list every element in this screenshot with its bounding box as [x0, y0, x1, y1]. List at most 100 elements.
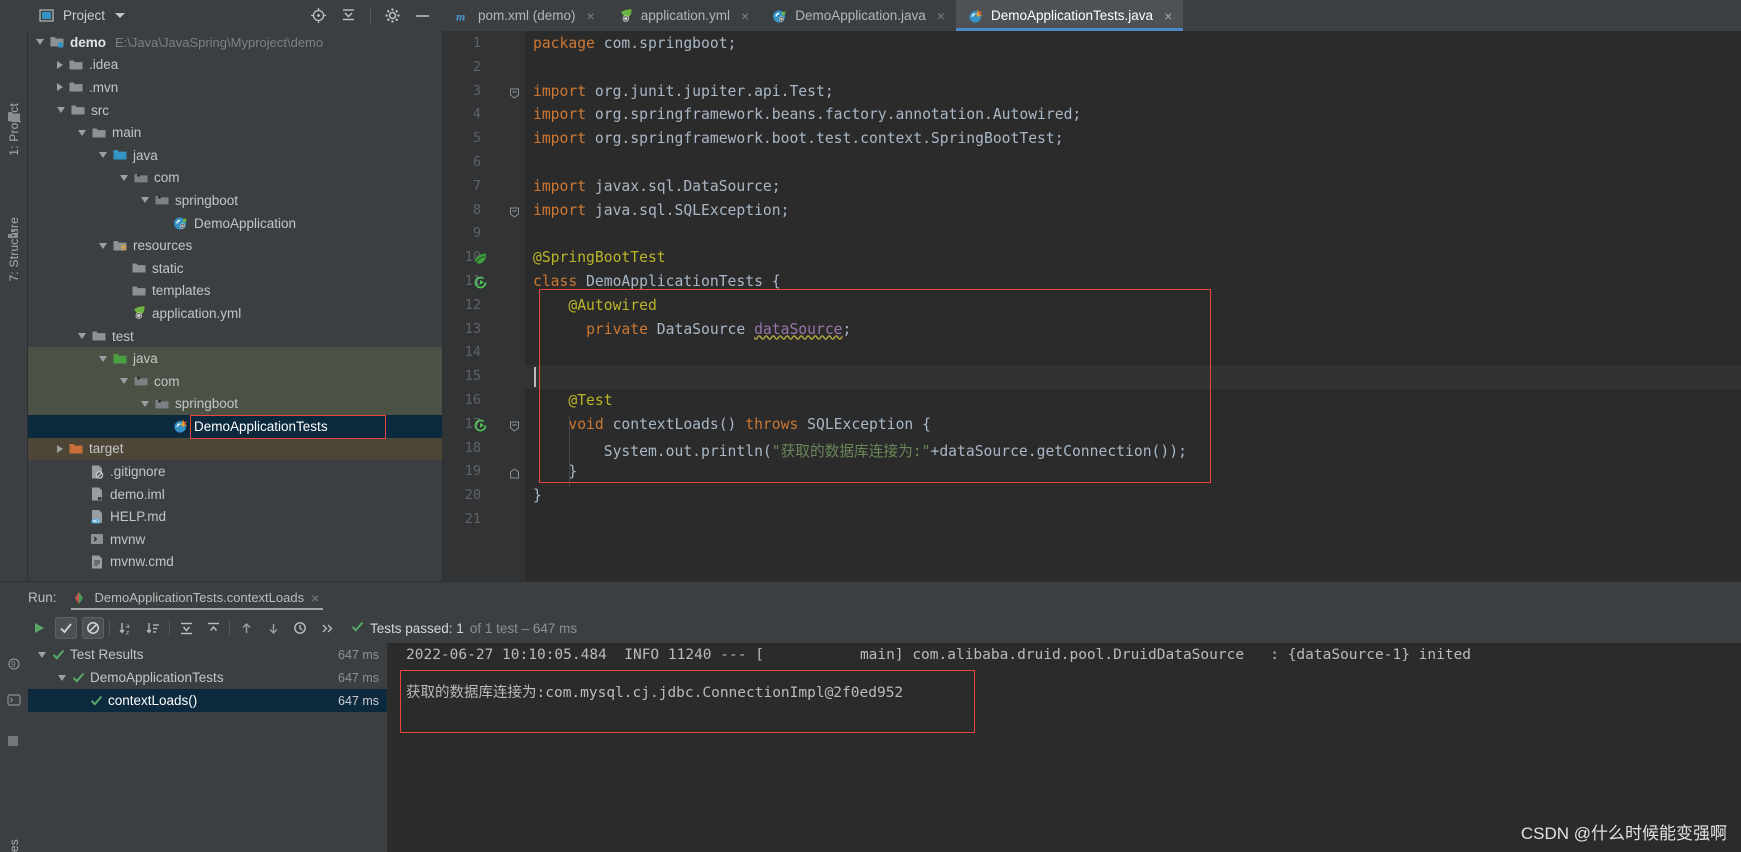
code-line[interactable]: import java.sql.SQLException; [533, 202, 789, 219]
code-line[interactable]: private DataSource dataSource; [533, 321, 851, 338]
chevron-down-icon[interactable] [115, 13, 126, 18]
tree-row-com[interactable]: com [28, 369, 442, 393]
tree-row-target[interactable]: target [28, 437, 442, 461]
show-passed-toggle-icon[interactable] [55, 617, 77, 639]
chevron-down-icon[interactable] [99, 355, 107, 362]
test-result-row[interactable]: DemoApplicationTests 647 ms [28, 666, 387, 689]
tree-row--mvn[interactable]: .mvn [28, 76, 442, 99]
chevron-right-icon[interactable] [57, 60, 63, 69]
chevron-down-icon[interactable] [36, 39, 44, 46]
editor-tab-demoapplication-java[interactable]: DemoApplication.java × [760, 0, 956, 31]
chevron-down-icon[interactable] [99, 152, 107, 159]
code-line[interactable]: package com.springboot; [533, 35, 736, 52]
run-test-method-icon[interactable] [473, 418, 488, 433]
minimize-icon[interactable] [414, 7, 431, 24]
close-icon[interactable]: × [937, 8, 945, 24]
hide-ignored-toggle-icon[interactable] [82, 617, 104, 639]
folder-icon [131, 260, 147, 276]
tree-row-demoapplication[interactable]: DemoApplication [28, 212, 442, 235]
tree-row-templates[interactable]: templates [28, 280, 442, 303]
chevron-down-icon[interactable] [78, 333, 86, 340]
next-failed-icon[interactable] [262, 617, 284, 639]
editor-tab-application-yml[interactable]: application.yml × [606, 0, 760, 31]
code-line[interactable]: @Autowired [533, 297, 656, 314]
fold-minus-icon[interactable] [509, 421, 520, 432]
layout-icon[interactable] [7, 735, 19, 747]
console-icon[interactable] [7, 693, 21, 707]
sort-by-duration-icon[interactable] [142, 617, 164, 639]
tree-row-main[interactable]: main [28, 121, 442, 144]
tree-row-static[interactable]: static [28, 257, 442, 280]
tree-row-mvnw-cmd[interactable]: mvnw.cmd [28, 551, 442, 574]
tree-row-demo[interactable]: demo E:\Java\JavaSpring\Myproject\demo [28, 31, 442, 54]
chevron-right-icon[interactable] [57, 83, 63, 92]
more-chevron-icon[interactable] [316, 617, 338, 639]
fold-end-icon[interactable] [509, 468, 520, 479]
close-icon[interactable]: × [1164, 8, 1172, 24]
history-icon[interactable] [289, 617, 311, 639]
tree-row-application-yml[interactable]: application.yml [28, 302, 442, 325]
code-line[interactable]: import org.junit.jupiter.api.Test; [533, 83, 834, 100]
chevron-down-icon[interactable] [57, 107, 65, 114]
tree-row-src[interactable]: src [28, 99, 442, 122]
tree-row-springboot[interactable]: springboot [28, 189, 442, 212]
code-line[interactable]: System.out.println("获取的数据库连接为:"+dataSour… [533, 440, 1187, 461]
spring-bean-leaf-icon[interactable] [473, 251, 488, 266]
tree-row-springboot[interactable]: springboot [28, 392, 442, 416]
chevron-down-icon[interactable] [141, 400, 149, 407]
chevron-down-icon[interactable] [120, 174, 128, 181]
run-test-class-icon[interactable] [473, 275, 488, 290]
editor-tab-pom-xml-demo-[interactable]: m pom.xml (demo) × [443, 0, 606, 31]
code-line[interactable]: void contextLoads() throws SQLException … [533, 416, 931, 433]
run-configuration-tab[interactable]: DemoApplicationTests.contextLoads × [67, 582, 328, 613]
debugger-icon[interactable]: 9 [7, 657, 21, 671]
tree-row-demo-iml[interactable]: demo.iml [28, 483, 442, 506]
chevron-down-icon[interactable] [78, 129, 86, 136]
code-line[interactable]: @SpringBootTest [533, 249, 666, 266]
chevron-down-icon[interactable] [99, 242, 107, 249]
code-line[interactable]: @Test [533, 392, 612, 409]
chevron-down-icon[interactable] [120, 378, 128, 385]
editor-tab-demoapplicationtests-java[interactable]: DemoApplicationTests.java × [955, 0, 1184, 31]
test-results-tree[interactable]: Test Results 647 ms DemoApplicationTests 64… [28, 643, 388, 852]
collapse-all-icon[interactable] [202, 617, 224, 639]
rerun-icon[interactable] [28, 617, 50, 639]
chevron-down-icon[interactable] [141, 197, 149, 204]
tree-row-help-md[interactable]: MD HELP.md [28, 505, 442, 528]
fold-minus-icon[interactable] [509, 88, 520, 99]
code-line[interactable]: import org.springframework.beans.factory… [533, 106, 1081, 123]
code-line[interactable]: class DemoApplicationTests { [533, 273, 781, 290]
project-tree[interactable]: demo E:\Java\JavaSpring\Myproject\demo .id… [28, 31, 443, 581]
tree-row-mvnw[interactable]: mvnw [28, 528, 442, 551]
code-line[interactable]: import javax.sql.DataSource; [533, 178, 781, 195]
tree-row-demoapplicationtests[interactable]: DemoApplicationTests [28, 415, 442, 438]
chevron-down-icon[interactable] [58, 674, 66, 681]
code-line[interactable]: import org.springframework.boot.test.con… [533, 130, 1064, 147]
tree-row-com[interactable]: com [28, 167, 442, 190]
prev-failed-icon[interactable] [235, 617, 257, 639]
tree-row--gitignore[interactable]: .gitignore [28, 460, 442, 483]
editor-code-area[interactable]: package com.springboot; import org.junit.… [525, 31, 1741, 581]
tree-row-java[interactable]: java [28, 347, 442, 370]
test-result-row[interactable]: contextLoads() 647 ms [28, 689, 387, 712]
locate-icon[interactable] [310, 7, 327, 24]
tree-row--idea[interactable]: .idea [28, 54, 442, 77]
fold-minus-icon[interactable] [509, 207, 520, 218]
sort-alphabetically-icon[interactable]: az [115, 617, 137, 639]
code-line[interactable]: } [533, 463, 577, 480]
chevron-down-icon[interactable] [38, 651, 46, 658]
test-result-row[interactable]: Test Results 647 ms [28, 643, 387, 666]
tree-row-resources[interactable]: resources [28, 234, 442, 257]
close-icon[interactable]: × [311, 590, 319, 606]
close-icon[interactable]: × [741, 8, 749, 24]
close-icon[interactable]: × [587, 8, 595, 24]
editor-gutter[interactable]: 1 2 3 4 5 6 7 8 9 10 11 12 13 14 15 16 17 18 19 20 21 [443, 31, 525, 581]
tree-row-java[interactable]: java [28, 144, 442, 167]
code-editor[interactable]: 1 2 3 4 5 6 7 8 9 10 11 12 13 14 15 16 17 18 19 20 21 packag… [443, 31, 1741, 581]
code-line[interactable]: } [533, 487, 542, 504]
expand-all-icon[interactable] [175, 617, 197, 639]
chevron-right-icon[interactable] [57, 444, 63, 453]
tree-row-test[interactable]: test [28, 325, 442, 348]
collapse-all-icon[interactable] [340, 7, 357, 24]
gear-icon[interactable] [384, 7, 401, 24]
